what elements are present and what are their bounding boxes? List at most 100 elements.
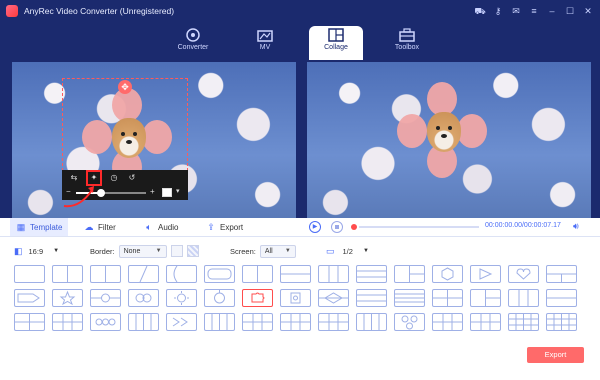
template-item[interactable]	[166, 313, 197, 331]
template-item[interactable]	[470, 313, 501, 331]
progress-track[interactable]	[359, 226, 479, 228]
close-icon[interactable]: ✕	[582, 4, 594, 18]
template-item[interactable]	[242, 265, 273, 283]
template-item[interactable]	[204, 265, 235, 283]
template-item[interactable]	[242, 313, 273, 331]
template-item[interactable]	[128, 313, 159, 331]
template-layout-icon	[173, 266, 178, 282]
export-button[interactable]: Export	[527, 347, 584, 363]
tab-converter[interactable]: Converter	[166, 26, 220, 60]
template-item[interactable]	[356, 265, 387, 283]
play-icon[interactable]: ▶	[309, 221, 321, 233]
template-item[interactable]	[508, 313, 539, 331]
cart-icon[interactable]: ⛟	[474, 4, 486, 18]
tab-export[interactable]: ⇪ Export	[206, 218, 243, 236]
template-layout-icon	[441, 267, 454, 281]
template-item[interactable]	[508, 265, 539, 283]
template-item[interactable]	[356, 289, 387, 307]
template-layout-icon	[53, 314, 82, 330]
template-item[interactable]	[90, 289, 121, 307]
border-value: None	[123, 247, 141, 255]
template-item-selected[interactable]	[242, 289, 273, 307]
menu-icon[interactable]: ≡	[528, 4, 540, 18]
template-item[interactable]	[394, 313, 425, 331]
template-item[interactable]	[128, 289, 159, 307]
template-item[interactable]	[90, 313, 121, 331]
chevron-down-icon[interactable]: ▼	[363, 248, 369, 254]
tab-filter-label: Filter	[98, 222, 116, 232]
template-layout-icon	[357, 270, 386, 278]
template-item[interactable]	[14, 265, 45, 283]
maximize-icon[interactable]: ☐	[564, 4, 576, 18]
tab-mv-label: MV	[259, 44, 271, 51]
screen-select[interactable]: All ▼	[259, 244, 296, 258]
template-item[interactable]	[432, 265, 463, 283]
tab-mv[interactable]: MV	[238, 26, 292, 60]
aspect-ratio-value[interactable]: 16:9	[29, 247, 44, 256]
template-layout-icon	[518, 290, 529, 306]
template-item[interactable]	[52, 265, 83, 283]
dog-flower-image	[397, 82, 487, 178]
key-icon[interactable]: ⚷	[492, 4, 504, 18]
template-item[interactable]	[14, 313, 45, 331]
template-item[interactable]	[166, 289, 197, 307]
template-item[interactable]	[280, 265, 311, 283]
tab-audio[interactable]: 🔈︎ Audio	[144, 218, 178, 236]
tab-filter[interactable]: ☁ Filter	[84, 218, 116, 236]
title-bar: AnyRec Video Converter (Unregistered) ⛟ …	[0, 0, 600, 22]
border-select[interactable]: None ▼	[118, 244, 167, 258]
output-preview	[307, 62, 591, 218]
tab-template[interactable]: ▦ Template	[10, 218, 69, 236]
template-item[interactable]	[318, 289, 349, 307]
template-item[interactable]	[280, 313, 311, 331]
tab-toolbox[interactable]: Toolbox	[380, 26, 434, 60]
border-pattern-swatch[interactable]	[186, 245, 199, 257]
zoom-in-icon[interactable]: +	[150, 187, 155, 196]
rotate-icon[interactable]: ↺	[126, 172, 138, 184]
audio-icon: 🔈︎	[146, 222, 152, 232]
template-item[interactable]	[128, 265, 159, 283]
template-item[interactable]	[432, 289, 463, 307]
template-layout-icon	[139, 266, 148, 282]
template-item[interactable]	[470, 265, 501, 283]
template-item[interactable]	[52, 289, 83, 307]
template-item[interactable]	[546, 289, 577, 307]
template-item[interactable]	[546, 313, 577, 331]
template-item[interactable]	[318, 265, 349, 283]
template-item[interactable]	[204, 289, 235, 307]
template-item[interactable]	[546, 265, 577, 283]
template-layout-icon	[357, 294, 386, 302]
volume-icon[interactable]: 🔊︎	[573, 221, 587, 233]
message-icon[interactable]: ✉	[510, 4, 522, 18]
tab-collage[interactable]: Collage	[309, 26, 363, 60]
playhead[interactable]	[351, 224, 357, 230]
template-item[interactable]	[318, 313, 349, 331]
template-item[interactable]	[204, 313, 235, 331]
chevron-down-icon[interactable]: ▼	[53, 248, 59, 254]
template-item[interactable]	[356, 313, 387, 331]
template-item[interactable]	[90, 265, 121, 283]
border-color-swatch[interactable]	[170, 245, 183, 257]
chevron-down-icon[interactable]: ▾	[176, 187, 180, 195]
template-item[interactable]	[432, 313, 463, 331]
template-item[interactable]	[280, 289, 311, 307]
template-layout-icon	[433, 314, 462, 330]
template-item[interactable]	[166, 265, 197, 283]
template-item[interactable]	[394, 289, 425, 307]
edit-preview[interactable]: ✥ ⇆ ✦ ◷ ↺ − + ▾	[12, 62, 296, 218]
template-item[interactable]	[394, 265, 425, 283]
template-item[interactable]	[52, 313, 83, 331]
page-value[interactable]: 1/2	[343, 247, 353, 256]
template-item[interactable]	[14, 289, 45, 307]
move-icon[interactable]: ✥	[118, 80, 132, 94]
template-item[interactable]	[508, 289, 539, 307]
template-item[interactable]	[470, 289, 501, 307]
clock-icon[interactable]: ◷	[108, 172, 120, 184]
minimize-icon[interactable]: –	[546, 4, 558, 18]
stop-icon[interactable]	[331, 221, 343, 233]
border-control: Border: None ▼	[90, 242, 199, 260]
template-layout-icon	[214, 290, 225, 304]
template-layout-icon	[17, 293, 40, 303]
grid-icon: ▦	[16, 222, 26, 232]
aspect-fit-icon[interactable]	[162, 188, 172, 197]
